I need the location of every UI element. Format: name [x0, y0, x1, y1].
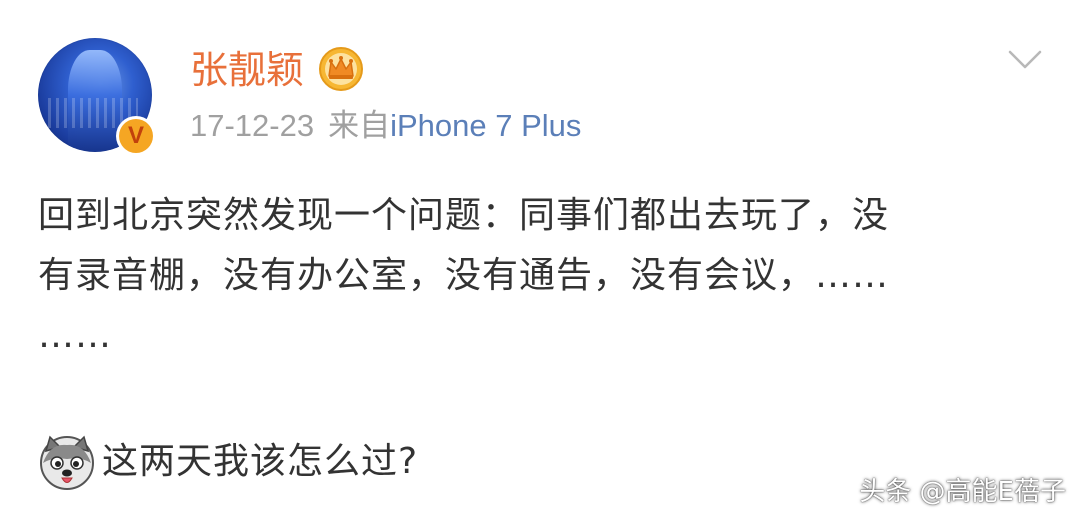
post-emoji-line: 这两天我该怎么过? [38, 432, 418, 492]
husky-dog-emoji-icon [40, 435, 94, 490]
verified-badge-label: V [119, 119, 153, 153]
author-avatar[interactable]: V [38, 38, 156, 156]
post-source-prefix: 来自 [328, 108, 391, 143]
verified-badge-icon: V [116, 116, 156, 156]
crown-icon [319, 47, 363, 91]
author-name[interactable]: 张靓颖 [190, 44, 304, 96]
chevron-down-icon[interactable] [1006, 40, 1044, 78]
post-meta: 17-12-23 来自iPhone 7 Plus [190, 104, 581, 148]
post-emoji-text: 这两天我该怎么过? [102, 441, 419, 482]
post-date: 17-12-23 [190, 108, 315, 143]
post-body-text: 回到北京突然发现一个问题：同事们都出去玩了，没 有录音棚，没有办公室，没有通告，… [38, 195, 890, 356]
source-watermark: 头条 @高能E蓓子 [859, 477, 1066, 507]
post-source-device[interactable]: iPhone 7 Plus [390, 108, 581, 143]
